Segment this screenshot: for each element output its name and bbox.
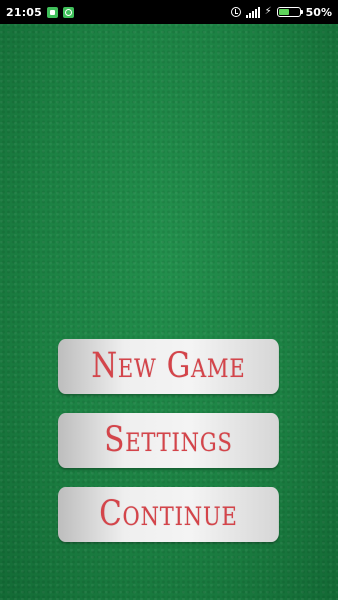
battery-percent: 50%: [305, 5, 332, 19]
new-game-button[interactable]: New Game: [58, 339, 279, 394]
status-left: 21:05: [6, 5, 75, 19]
notification-icon: [47, 6, 59, 18]
continue-label: Continue: [99, 494, 238, 534]
battery-icon: [276, 7, 303, 17]
continue-button[interactable]: Continue: [58, 487, 279, 542]
status-right: ⚡ 50%: [230, 5, 332, 19]
alarm-icon: [230, 7, 241, 17]
charging-icon: ⚡: [264, 6, 272, 17]
signal-icon: [245, 6, 260, 18]
settings-label: Settings: [104, 420, 233, 460]
status-bar: 21:05 ⚡ 50%: [0, 0, 338, 24]
status-time: 21:05: [6, 5, 43, 19]
new-game-label: New Game: [91, 346, 246, 386]
settings-button[interactable]: Settings: [58, 413, 279, 468]
main-menu: New Game Settings Continue: [58, 339, 279, 561]
battery-fill: [278, 9, 289, 15]
notification-icon: [63, 6, 75, 18]
